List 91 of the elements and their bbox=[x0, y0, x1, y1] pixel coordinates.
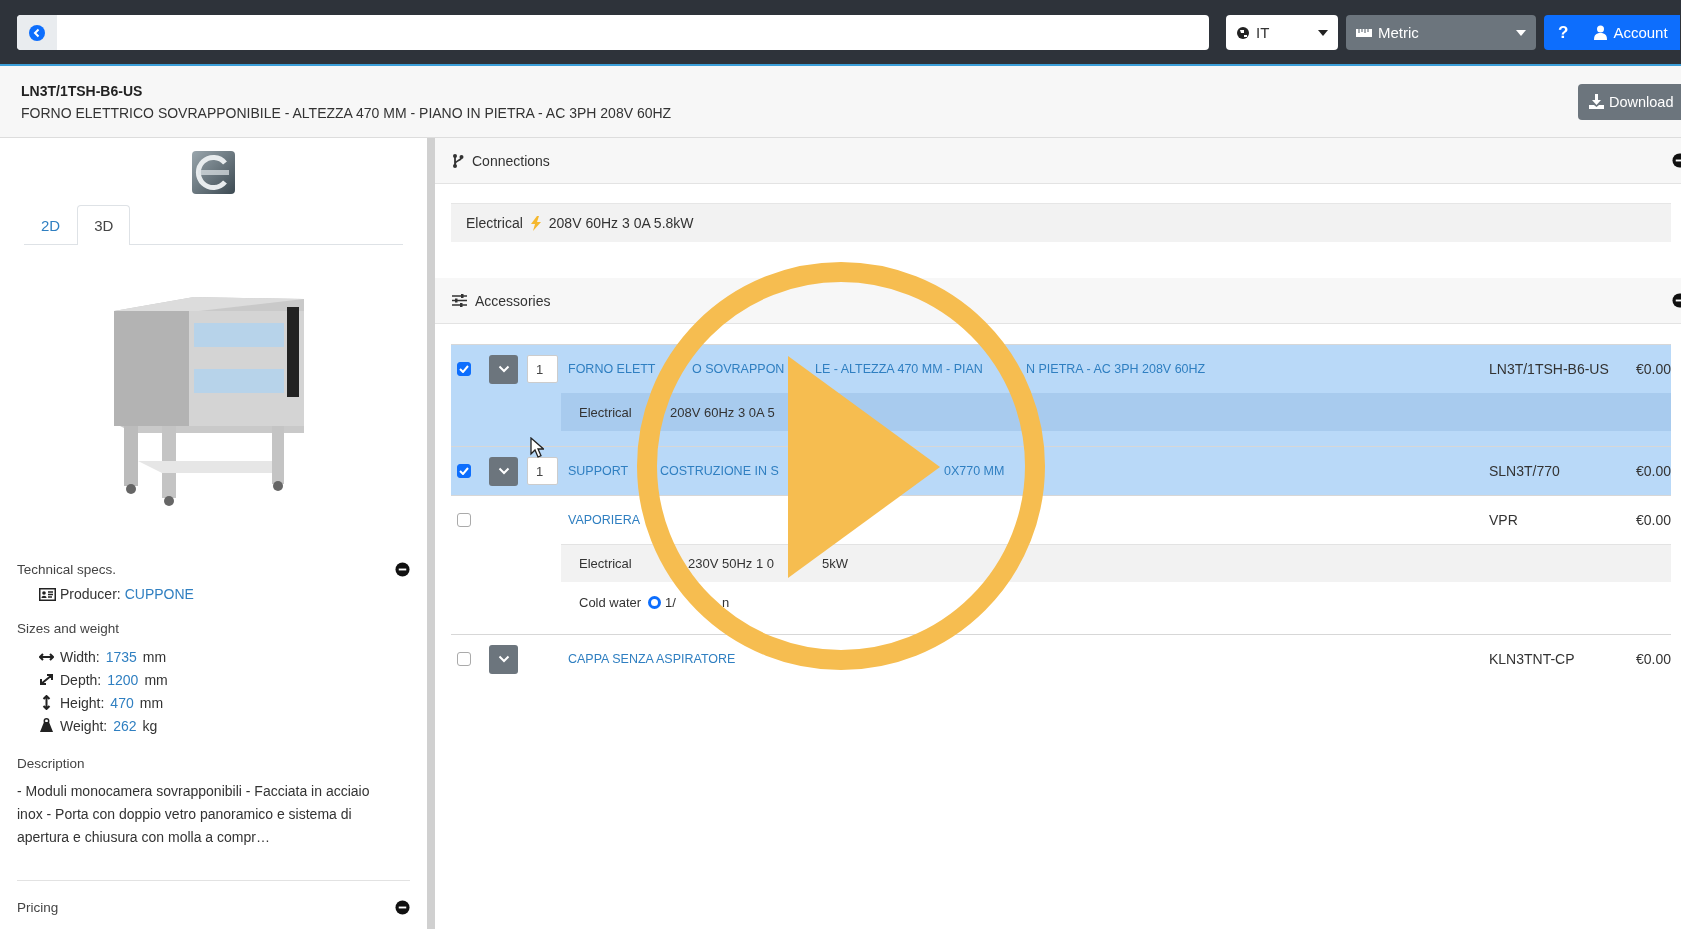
producer-link[interactable]: CUPPONE bbox=[124, 586, 194, 602]
quantity-field[interactable]: 1 bbox=[527, 355, 558, 383]
section-title: Connections bbox=[472, 152, 550, 169]
accessory-price: €0.00 bbox=[1634, 463, 1671, 479]
sliders-icon bbox=[452, 294, 467, 307]
bolt-icon bbox=[530, 215, 541, 231]
caret-icon bbox=[1516, 29, 1526, 36]
checkbox[interactable] bbox=[457, 464, 471, 478]
collapse-icon[interactable] bbox=[395, 562, 410, 577]
units-select[interactable]: Metric bbox=[1346, 15, 1536, 50]
chevron-down-icon bbox=[497, 467, 510, 475]
dimension-unit: mm bbox=[144, 671, 168, 688]
accessory-title[interactable]: O SOVRAPPON bbox=[692, 362, 785, 376]
section-title: Sizes and weight bbox=[17, 621, 120, 636]
expand-button[interactable] bbox=[489, 354, 518, 384]
detail-value: 208V 60Hz 3 0A 5 bbox=[670, 404, 775, 420]
checkbox[interactable] bbox=[457, 652, 471, 666]
checkbox[interactable] bbox=[457, 362, 471, 376]
product-code: LN3T/1TSH-B6-US bbox=[21, 82, 144, 99]
detail-value: n bbox=[722, 594, 730, 610]
dimension-value: 1735 bbox=[105, 648, 137, 665]
dimension-label: Depth: bbox=[60, 671, 102, 688]
dimension-value: 1200 bbox=[107, 671, 139, 688]
section-title: Technical specs. bbox=[17, 562, 117, 577]
section-title: Pricing bbox=[17, 900, 59, 915]
accessory-code: VPR bbox=[1489, 512, 1519, 528]
diagonal-arrow-icon bbox=[39, 673, 54, 686]
width-icon bbox=[39, 651, 54, 662]
accessory-title[interactable]: LE - ALTEZZA 470 MM - PIAN bbox=[815, 362, 983, 376]
radio-icon bbox=[648, 595, 661, 609]
connection-value: 208V 60Hz 3 0A 5.8kW bbox=[548, 215, 694, 231]
branch-icon bbox=[452, 153, 464, 168]
accessory-code: LN3T/1TSH-B6-US bbox=[1489, 361, 1610, 377]
accessory-price: €0.00 bbox=[1634, 361, 1671, 377]
product-name: FORNO ELETTRICO SOVRAPPONIBILE - ALTEZZA 470 MM - PIANO IN PIETRA - AC 3PH 208V 60HZ bbox=[21, 104, 672, 121]
accessory-title[interactable]: SUPPORT bbox=[568, 464, 629, 478]
producer-label: Producer: bbox=[60, 586, 121, 602]
accessory-title[interactable]: VAPORIERA bbox=[568, 513, 640, 527]
dimension-label: Width: bbox=[60, 648, 100, 665]
account-button[interactable]: Account bbox=[1582, 15, 1680, 50]
quantity-field[interactable]: 1 bbox=[527, 457, 558, 485]
expand-button[interactable] bbox=[489, 456, 518, 486]
detail-label: Electrical bbox=[579, 556, 632, 571]
ruler-icon bbox=[1356, 27, 1372, 38]
chevron-down-icon bbox=[497, 655, 510, 663]
detail-label: Cold water bbox=[579, 594, 642, 610]
dimension-label: Weight: bbox=[60, 717, 108, 734]
detail-value: 1/ bbox=[665, 594, 676, 610]
expand-button[interactable] bbox=[489, 644, 518, 674]
checkbox[interactable] bbox=[457, 513, 471, 527]
download-icon bbox=[1589, 94, 1604, 109]
dimension-unit: kg bbox=[142, 717, 158, 734]
back-icon[interactable] bbox=[29, 24, 45, 41]
detail-value: 230V 50Hz 1 0 bbox=[688, 556, 774, 571]
chevron-down-icon bbox=[497, 365, 510, 373]
dimension-unit: mm bbox=[142, 648, 167, 665]
accessory-title[interactable]: FORNO ELETT bbox=[568, 362, 656, 376]
help-button[interactable]: ? bbox=[1544, 15, 1583, 50]
weight-icon bbox=[39, 718, 54, 733]
accessory-row[interactable]: 1 FORNO ELETT O SOVRAPPON LE - ALTEZZA 470 MM - PIAN N PIETRA - AC 3PH 208V 60HZ LN3T/1TSH-B6-US €0.00 Electrical 208V 60Hz 3 0A 5 bbox=[451, 344, 1671, 446]
accessory-title[interactable]: N PIETRA - AC 3PH 208V 60HZ bbox=[1026, 362, 1206, 376]
brand-logo bbox=[192, 151, 235, 194]
view-tab[interactable]: 2D bbox=[24, 205, 78, 245]
accessory-code: SLN3T/770 bbox=[1489, 463, 1561, 479]
user-icon bbox=[1594, 25, 1608, 40]
accessory-title[interactable]: 0X770 MM bbox=[944, 464, 1005, 478]
collapse-icon[interactable] bbox=[395, 900, 410, 915]
accessory-price: €0.00 bbox=[1634, 512, 1671, 528]
download-button[interactable]: Download bbox=[1578, 83, 1681, 120]
connection-label: Electrical bbox=[466, 215, 523, 231]
language-select[interactable]: IT bbox=[1226, 15, 1338, 50]
accessory-title[interactable]: CAPPA SENZA ASPIRATORE bbox=[568, 652, 736, 666]
globe-icon bbox=[1236, 25, 1250, 40]
accessory-code: KLN3TNT-CP bbox=[1489, 651, 1576, 667]
accessory-row[interactable]: CAPPA SENZA ASPIRATORE KLN3TNT-CP €0.00 bbox=[451, 634, 1671, 683]
id-card-icon bbox=[39, 587, 56, 601]
caret-icon bbox=[1318, 29, 1328, 36]
dimension-unit: mm bbox=[139, 694, 164, 711]
address-field[interactable] bbox=[17, 15, 1209, 50]
accessory-title[interactable]: COSTRUZIONE IN S bbox=[660, 464, 779, 478]
accessory-price: €0.00 bbox=[1634, 651, 1671, 667]
description-text: - Moduli monocamera sovrapponibili - Facciata in acciaio inox - Porta con doppio vetro panoramico e sistema di apertura e chiusura con molla a compr… bbox=[17, 782, 371, 847]
section-title: Description bbox=[17, 756, 85, 771]
section-title: Accessories bbox=[475, 292, 551, 309]
dimension-value: 262 bbox=[113, 717, 137, 734]
detail-label: Electrical bbox=[579, 404, 632, 420]
detail-value: 5kW bbox=[822, 556, 848, 571]
dimension-value: 470 bbox=[110, 694, 134, 711]
cursor-icon bbox=[530, 437, 544, 458]
dimension-label: Height: bbox=[60, 694, 105, 711]
view-tab[interactable]: 3D bbox=[77, 205, 131, 245]
